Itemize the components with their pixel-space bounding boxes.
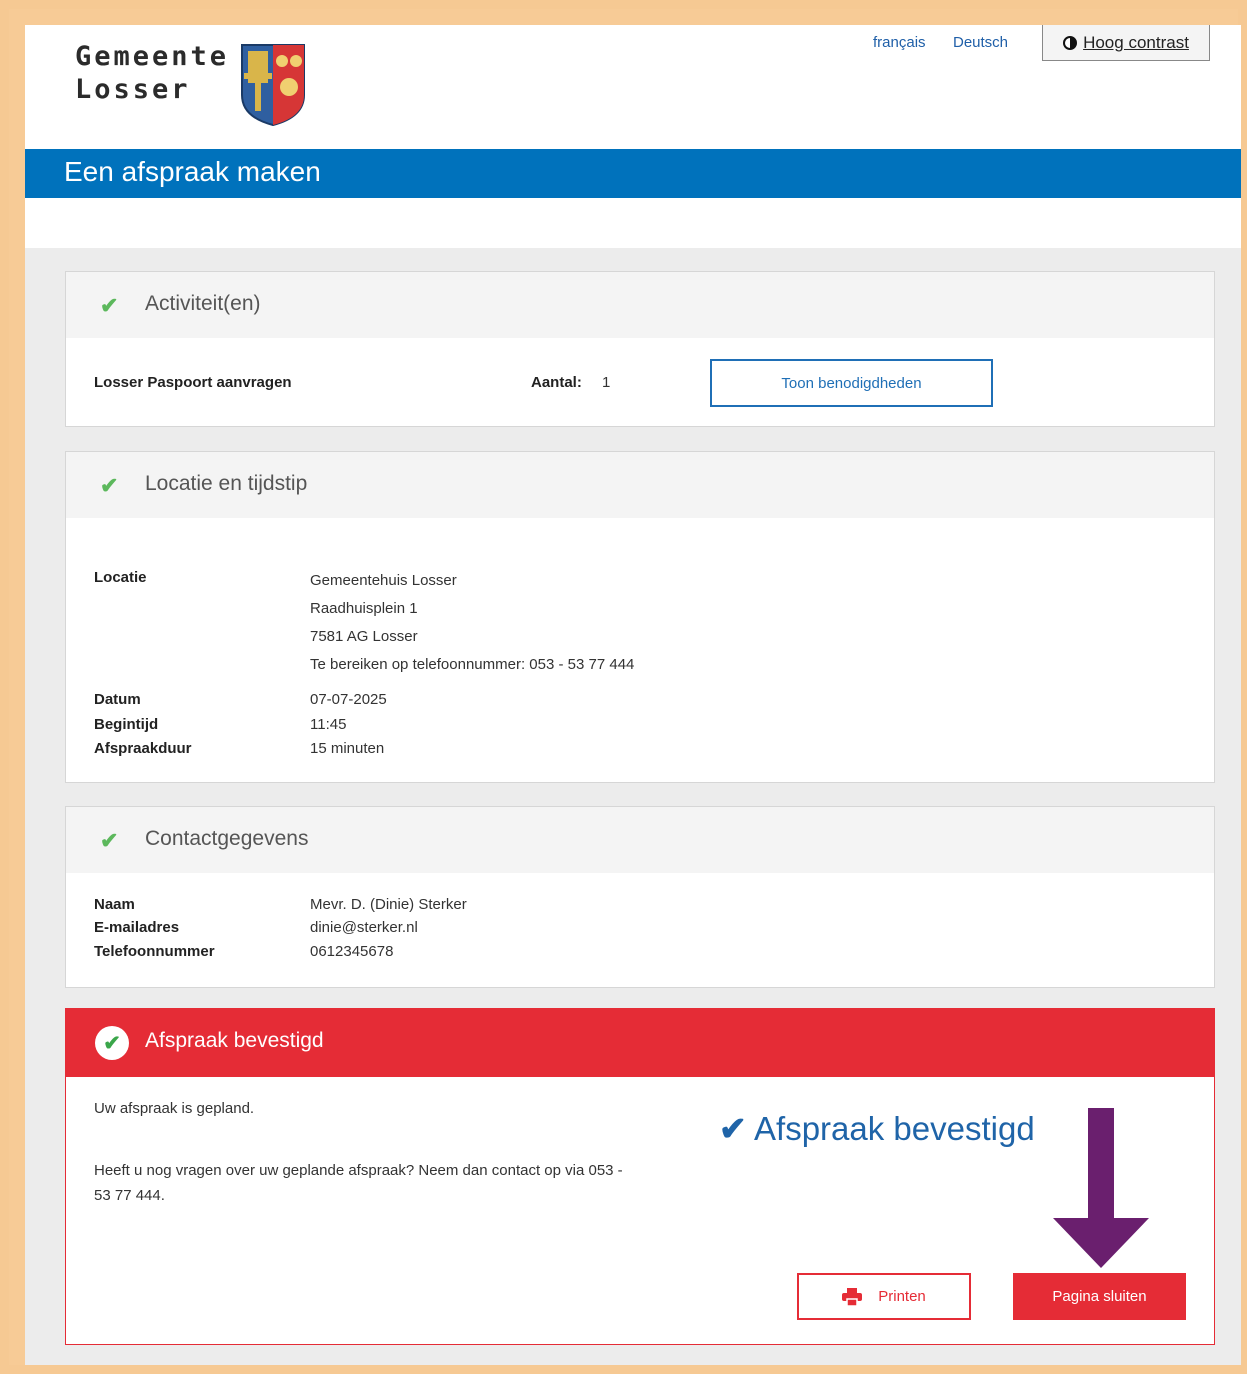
address-street: Raadhuisplein 1	[310, 600, 418, 617]
print-button[interactable]: Printen	[797, 1273, 971, 1320]
check-icon: ✔	[100, 473, 119, 498]
page: Gemeente Losser français Deutsch Hoog co…	[25, 25, 1241, 1365]
activities-title: Activiteit(en)	[145, 292, 261, 315]
check-circle-icon: ✔	[95, 1026, 129, 1060]
show-requirements-button[interactable]: Toon benodigdheden	[710, 359, 993, 407]
phone-value: 0612345678	[310, 943, 394, 960]
logo-line-1: Gemeente	[75, 41, 230, 72]
page-title-bar: Een afspraak maken	[25, 149, 1241, 198]
contrast-icon	[1063, 35, 1078, 50]
confirmation-card: ✔ Afspraak bevestigd Uw afspraak is gepl…	[65, 1008, 1215, 1345]
high-contrast-label: Hoog contrast	[1083, 32, 1189, 52]
location-header: ✔ Locatie en tijdstip	[66, 452, 1214, 518]
location-phone: Te bereiken op telefoonnummer: 053 - 53 …	[310, 656, 635, 673]
contact-card: ✔ Contactgegevens Naam Mevr. D. (Dinie) …	[65, 806, 1215, 988]
contact-header: ✔ Contactgegevens	[66, 807, 1214, 873]
address-city: 7581 AG Losser	[310, 628, 418, 645]
email-value: dinie@sterker.nl	[310, 919, 418, 936]
big-confirmation-text: Afspraak bevestigd	[754, 1110, 1035, 1147]
name-value: Mevr. D. (Dinie) Sterker	[310, 896, 467, 913]
location-card: ✔ Locatie en tijdstip Locatie Gemeentehu…	[65, 451, 1215, 783]
activity-name: Losser Paspoort aanvragen	[94, 374, 292, 391]
email-label: E-mailadres	[94, 919, 180, 936]
big-check-icon: ✔	[719, 1110, 747, 1147]
name-label: Naam	[94, 896, 135, 913]
questions-text-line-2: 53 77 444.	[94, 1187, 165, 1204]
activities-header: ✔ Activiteit(en)	[66, 272, 1214, 338]
address-name: Gemeentehuis Losser	[310, 572, 457, 589]
logo-line-2: Losser	[75, 74, 191, 105]
start-time-label: Begintijd	[94, 716, 159, 733]
activities-card: ✔ Activiteit(en) Losser Paspoort aanvrag…	[65, 271, 1215, 427]
print-button-label: Printen	[878, 1288, 926, 1305]
phone-label: Telefoonnummer	[94, 943, 215, 960]
spacer	[25, 198, 1241, 248]
confirmation-header: ✔ Afspraak bevestigd	[66, 1009, 1214, 1077]
questions-text-line-1: Heeft u nog vragen over uw geplande afsp…	[94, 1162, 623, 1179]
annotation-arrow-icon	[1053, 1108, 1149, 1268]
count-value: 1	[602, 374, 611, 391]
close-page-button[interactable]: Pagina sluiten	[1013, 1273, 1186, 1320]
start-time-value: 11:45	[310, 716, 347, 733]
location-label: Locatie	[94, 569, 147, 586]
page-title: Een afspraak maken	[64, 156, 321, 187]
check-icon: ✔	[100, 828, 119, 853]
count-label: Aantal:	[531, 374, 582, 391]
date-value: 07-07-2025	[310, 691, 387, 708]
duration-value: 15 minuten	[310, 740, 385, 757]
language-french-link[interactable]: français	[873, 34, 926, 51]
coat-of-arms-icon	[241, 44, 305, 127]
date-label: Datum	[94, 691, 141, 708]
municipality-logo-text: Gemeente Losser	[75, 40, 229, 106]
header: Gemeente Losser français Deutsch Hoog co…	[25, 25, 1241, 149]
language-german-link[interactable]: Deutsch	[953, 34, 1008, 51]
big-confirmation-label: ✔ Afspraak bevestigd	[719, 1109, 1035, 1148]
printer-icon	[842, 1287, 863, 1306]
duration-label: Afspraakduur	[94, 740, 192, 757]
high-contrast-button[interactable]: Hoog contrast	[1042, 25, 1210, 61]
location-title: Locatie en tijdstip	[145, 472, 308, 495]
confirmation-title: Afspraak bevestigd	[145, 1029, 324, 1052]
check-icon: ✔	[100, 293, 119, 318]
contact-title: Contactgegevens	[145, 827, 309, 850]
planned-text: Uw afspraak is gepland.	[94, 1100, 255, 1117]
